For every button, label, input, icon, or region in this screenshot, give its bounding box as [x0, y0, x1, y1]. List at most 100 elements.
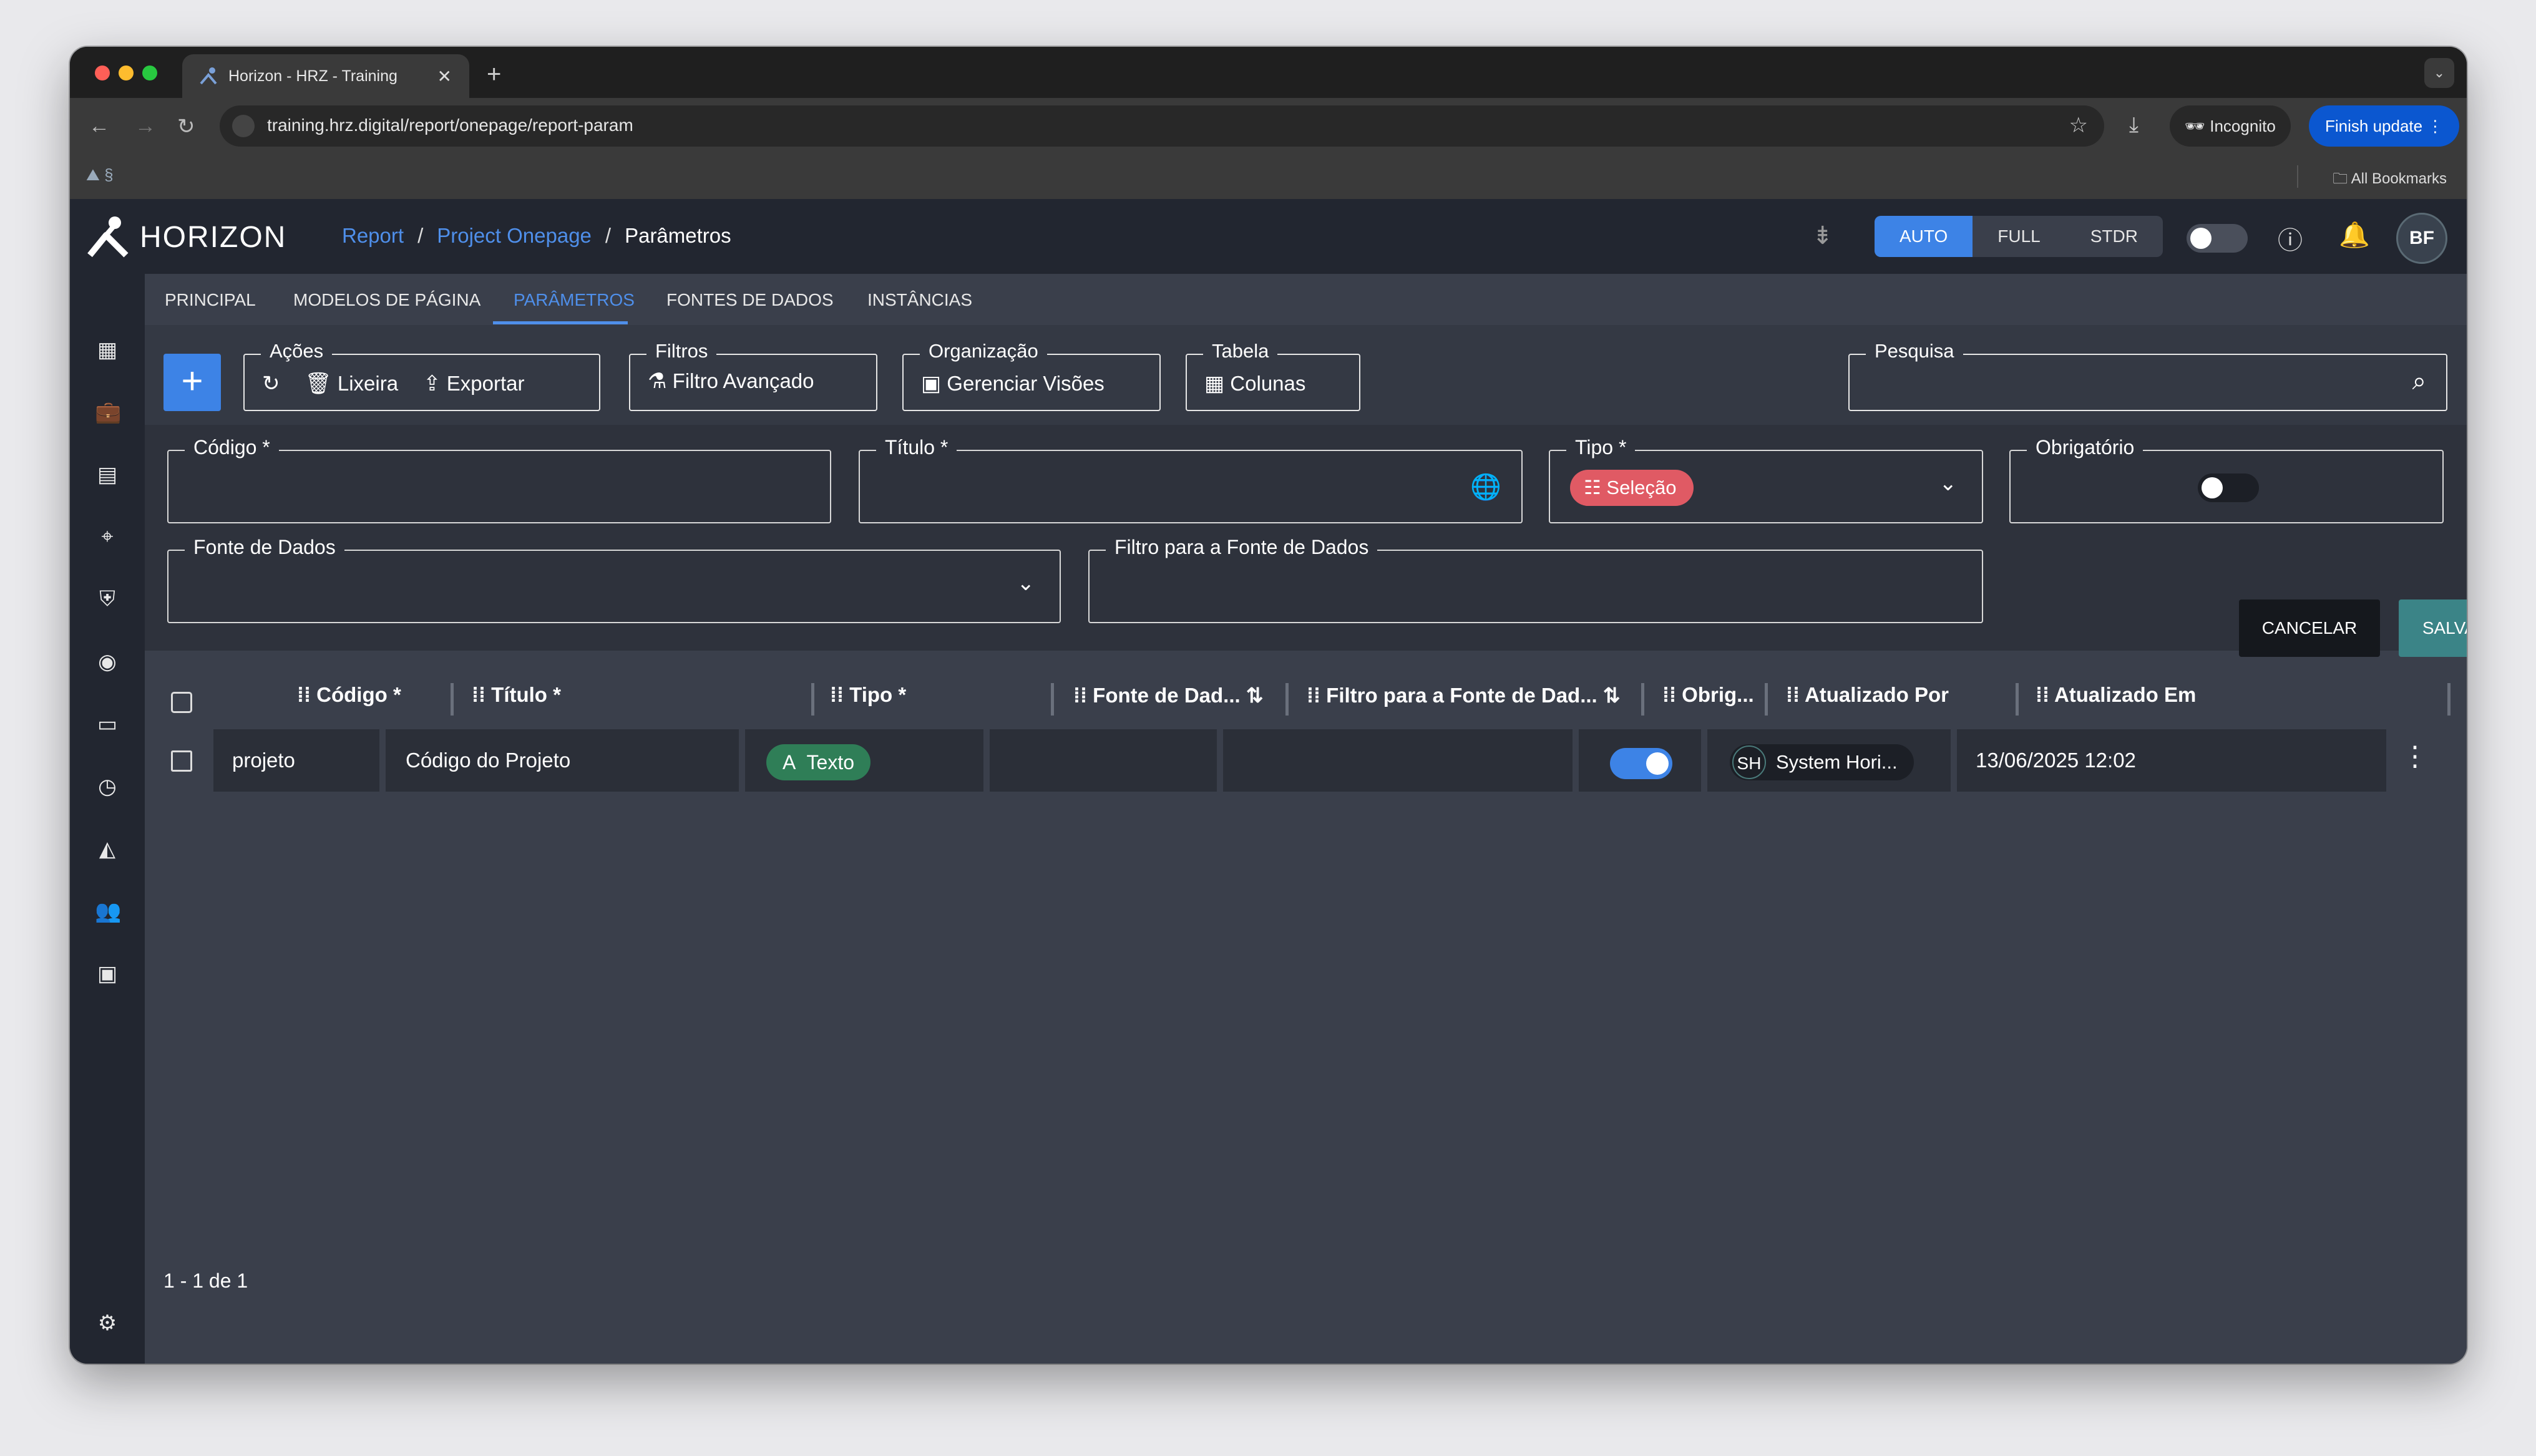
browser-tab[interactable]: Horizon - HRZ - Training ✕: [182, 54, 469, 98]
trash-button[interactable]: 🗑 Lixeira: [305, 371, 399, 396]
user-avatar[interactable]: BF: [2396, 213, 2447, 264]
select-all-icon[interactable]: [171, 692, 192, 713]
finish-update-button[interactable]: Finish update ⋮: [2309, 105, 2460, 147]
settings-gear-icon[interactable]: ⚙: [95, 1311, 120, 1336]
address-bar[interactable]: training.hrz.digital/report/onepage/repo…: [220, 105, 2104, 147]
maximize-window-button[interactable]: [142, 66, 157, 80]
density-icon[interactable]: ⇟: [1812, 221, 1833, 250]
report-search-icon[interactable]: ▣: [95, 961, 120, 986]
col-header-filtro[interactable]: ⁞⁞ Filtro para a Fonte de Dad... ⇅: [1307, 683, 1621, 707]
chevron-down-icon[interactable]: ⌄: [1017, 571, 1035, 596]
bookmark-star-icon[interactable]: ☆: [2069, 113, 2088, 138]
col-atualizado-por-label: Atualizado Por: [1804, 683, 1949, 706]
crosshair-icon[interactable]: ⌖: [95, 525, 120, 550]
minimize-window-button[interactable]: [119, 66, 134, 80]
manage-views-button[interactable]: ▣ Gerenciar Visões: [921, 371, 1105, 396]
site-info-icon[interactable]: [232, 115, 255, 137]
tab-instancias[interactable]: INSTÂNCIAS: [867, 290, 972, 310]
cell-atualizado-por[interactable]: SH System Hori...: [1707, 729, 1951, 792]
tab-modelos-de-pagina[interactable]: MODELOS DE PÁGINA: [293, 290, 480, 310]
download-icon[interactable]: ⤓: [2129, 113, 2139, 137]
column-divider[interactable]: [811, 683, 814, 716]
back-icon[interactable]: ←: [89, 114, 110, 138]
forward-icon[interactable]: →: [135, 114, 156, 138]
all-bookmarks-button[interactable]: 🗀 All Bookmarks: [2333, 168, 2447, 193]
table-row[interactable]: projeto Código do Projeto A Texto SH Syst…: [145, 729, 2467, 792]
close-tab-icon[interactable]: ✕: [437, 66, 452, 87]
reload-icon[interactable]: ↻: [177, 114, 195, 139]
theme-toggle[interactable]: [2187, 224, 2248, 253]
calculator-icon[interactable]: ▤: [95, 462, 120, 487]
column-divider[interactable]: [1765, 683, 1768, 716]
row-checkbox[interactable]: [171, 750, 192, 772]
chevron-down-icon[interactable]: ⌄: [1939, 471, 1958, 496]
shield-icon[interactable]: ⛨: [95, 587, 120, 612]
breadcrumb-project-onepage[interactable]: Project Onepage: [437, 224, 592, 248]
advanced-filter-button[interactable]: ⚗ Filtro Avançado: [648, 369, 814, 394]
search-icon[interactable]: ⌕: [2412, 367, 2426, 396]
tab-search-button[interactable]: ⌄: [2424, 58, 2454, 88]
tab-fontes-de-dados[interactable]: FONTES DE DADOS: [666, 290, 834, 310]
breadcrumb-report[interactable]: Report: [342, 224, 404, 248]
col-header-atualizado-por[interactable]: ⁞⁞ Atualizado Por: [1786, 683, 1949, 707]
add-button[interactable]: +: [163, 354, 221, 411]
tab-principal[interactable]: PRINCIPAL: [165, 290, 256, 310]
cancel-button[interactable]: CANCELAR: [2239, 599, 2380, 657]
density-auto-button[interactable]: AUTO: [1875, 216, 1973, 257]
users-icon[interactable]: 👥: [95, 899, 121, 924]
briefcase-icon[interactable]: 💼: [95, 400, 121, 425]
cell-titulo[interactable]: Código do Projeto: [386, 729, 739, 792]
building-icon[interactable]: ▦: [95, 337, 120, 362]
column-divider[interactable]: [2447, 683, 2451, 716]
cell-obrigatorio[interactable]: [1579, 729, 1701, 792]
col-header-titulo[interactable]: ⁞⁞ Título *: [472, 683, 561, 707]
column-divider[interactable]: [1051, 683, 1054, 716]
obrigatorio-row-toggle[interactable]: [1610, 748, 1672, 779]
tab-parametros[interactable]: PARÂMETROS: [514, 290, 635, 310]
codigo-field[interactable]: Código *: [167, 436, 831, 523]
cell-atualizado-em[interactable]: 13/06/2025 12:02: [1957, 729, 2386, 792]
drag-handle-icon: ⁞⁞: [472, 683, 485, 706]
column-divider[interactable]: [2016, 683, 2019, 716]
bookmark-item[interactable]: ⛰ §: [86, 165, 114, 185]
column-divider[interactable]: [1285, 683, 1289, 716]
density-full-button[interactable]: FULL: [1973, 216, 2065, 257]
help-icon[interactable]: ⓘ: [2278, 220, 2303, 256]
col-header-obrigatorio[interactable]: ⁞⁞ Obrig...: [1662, 683, 1754, 707]
cell-fonte[interactable]: [990, 729, 1217, 792]
density-stdr-button[interactable]: STDR: [2065, 216, 2163, 257]
save-button[interactable]: SALVAR: [2399, 599, 2467, 657]
filtro-fonte-field[interactable]: Filtro para a Fonte de Dados: [1088, 536, 1983, 623]
palette-icon[interactable]: ◭: [95, 837, 120, 861]
titulo-field[interactable]: Título * 🌐: [859, 436, 1523, 523]
column-divider[interactable]: [451, 683, 454, 716]
export-button[interactable]: ⇪ Exportar: [423, 371, 524, 396]
organization-group: Organização ▣ Gerenciar Visões: [902, 340, 1161, 411]
globe-translate-icon[interactable]: 🌐: [1470, 472, 1501, 502]
columns-button[interactable]: ▦ Colunas: [1204, 371, 1305, 396]
refresh-icon[interactable]: ↻: [262, 371, 280, 396]
sort-icon[interactable]: ⇅: [1603, 684, 1621, 707]
fonte-de-dados-select[interactable]: Fonte de Dados ⌄: [167, 536, 1061, 623]
column-divider[interactable]: [1641, 683, 1644, 716]
col-header-atualizado-em[interactable]: ⁞⁞ Atualizado Em: [2036, 683, 2196, 707]
obrigatorio-toggle[interactable]: [2198, 473, 2259, 502]
sort-icon[interactable]: ⇅: [1246, 684, 1264, 707]
search-field[interactable]: Pesquisa ⌕: [1848, 340, 2447, 411]
new-tab-button[interactable]: +: [487, 61, 501, 89]
horizon-logo[interactable]: HORIZON: [85, 214, 286, 260]
cell-filtro[interactable]: [1223, 729, 1573, 792]
incognito-badge[interactable]: 🕶 Incognito: [2170, 105, 2291, 147]
notifications-bell-icon[interactable]: 🔔: [2339, 220, 2370, 250]
cell-tipo[interactable]: A Texto: [745, 729, 983, 792]
col-header-codigo[interactable]: ⁞⁞ Código *: [297, 683, 401, 707]
history-icon[interactable]: ◷: [95, 774, 120, 799]
row-actions-kebab-icon[interactable]: ⋮: [2401, 740, 2429, 772]
cell-codigo[interactable]: projeto: [213, 729, 379, 792]
account-circle-icon[interactable]: ◉: [95, 649, 120, 674]
tipo-select[interactable]: Tipo * ☷ Seleção ⌄: [1549, 436, 1983, 523]
close-window-button[interactable]: [95, 66, 110, 80]
col-header-fonte[interactable]: ⁞⁞ Fonte de Dad... ⇅: [1073, 683, 1264, 707]
col-header-tipo[interactable]: ⁞⁞ Tipo *: [830, 683, 906, 707]
document-icon[interactable]: ▭: [95, 712, 120, 737]
